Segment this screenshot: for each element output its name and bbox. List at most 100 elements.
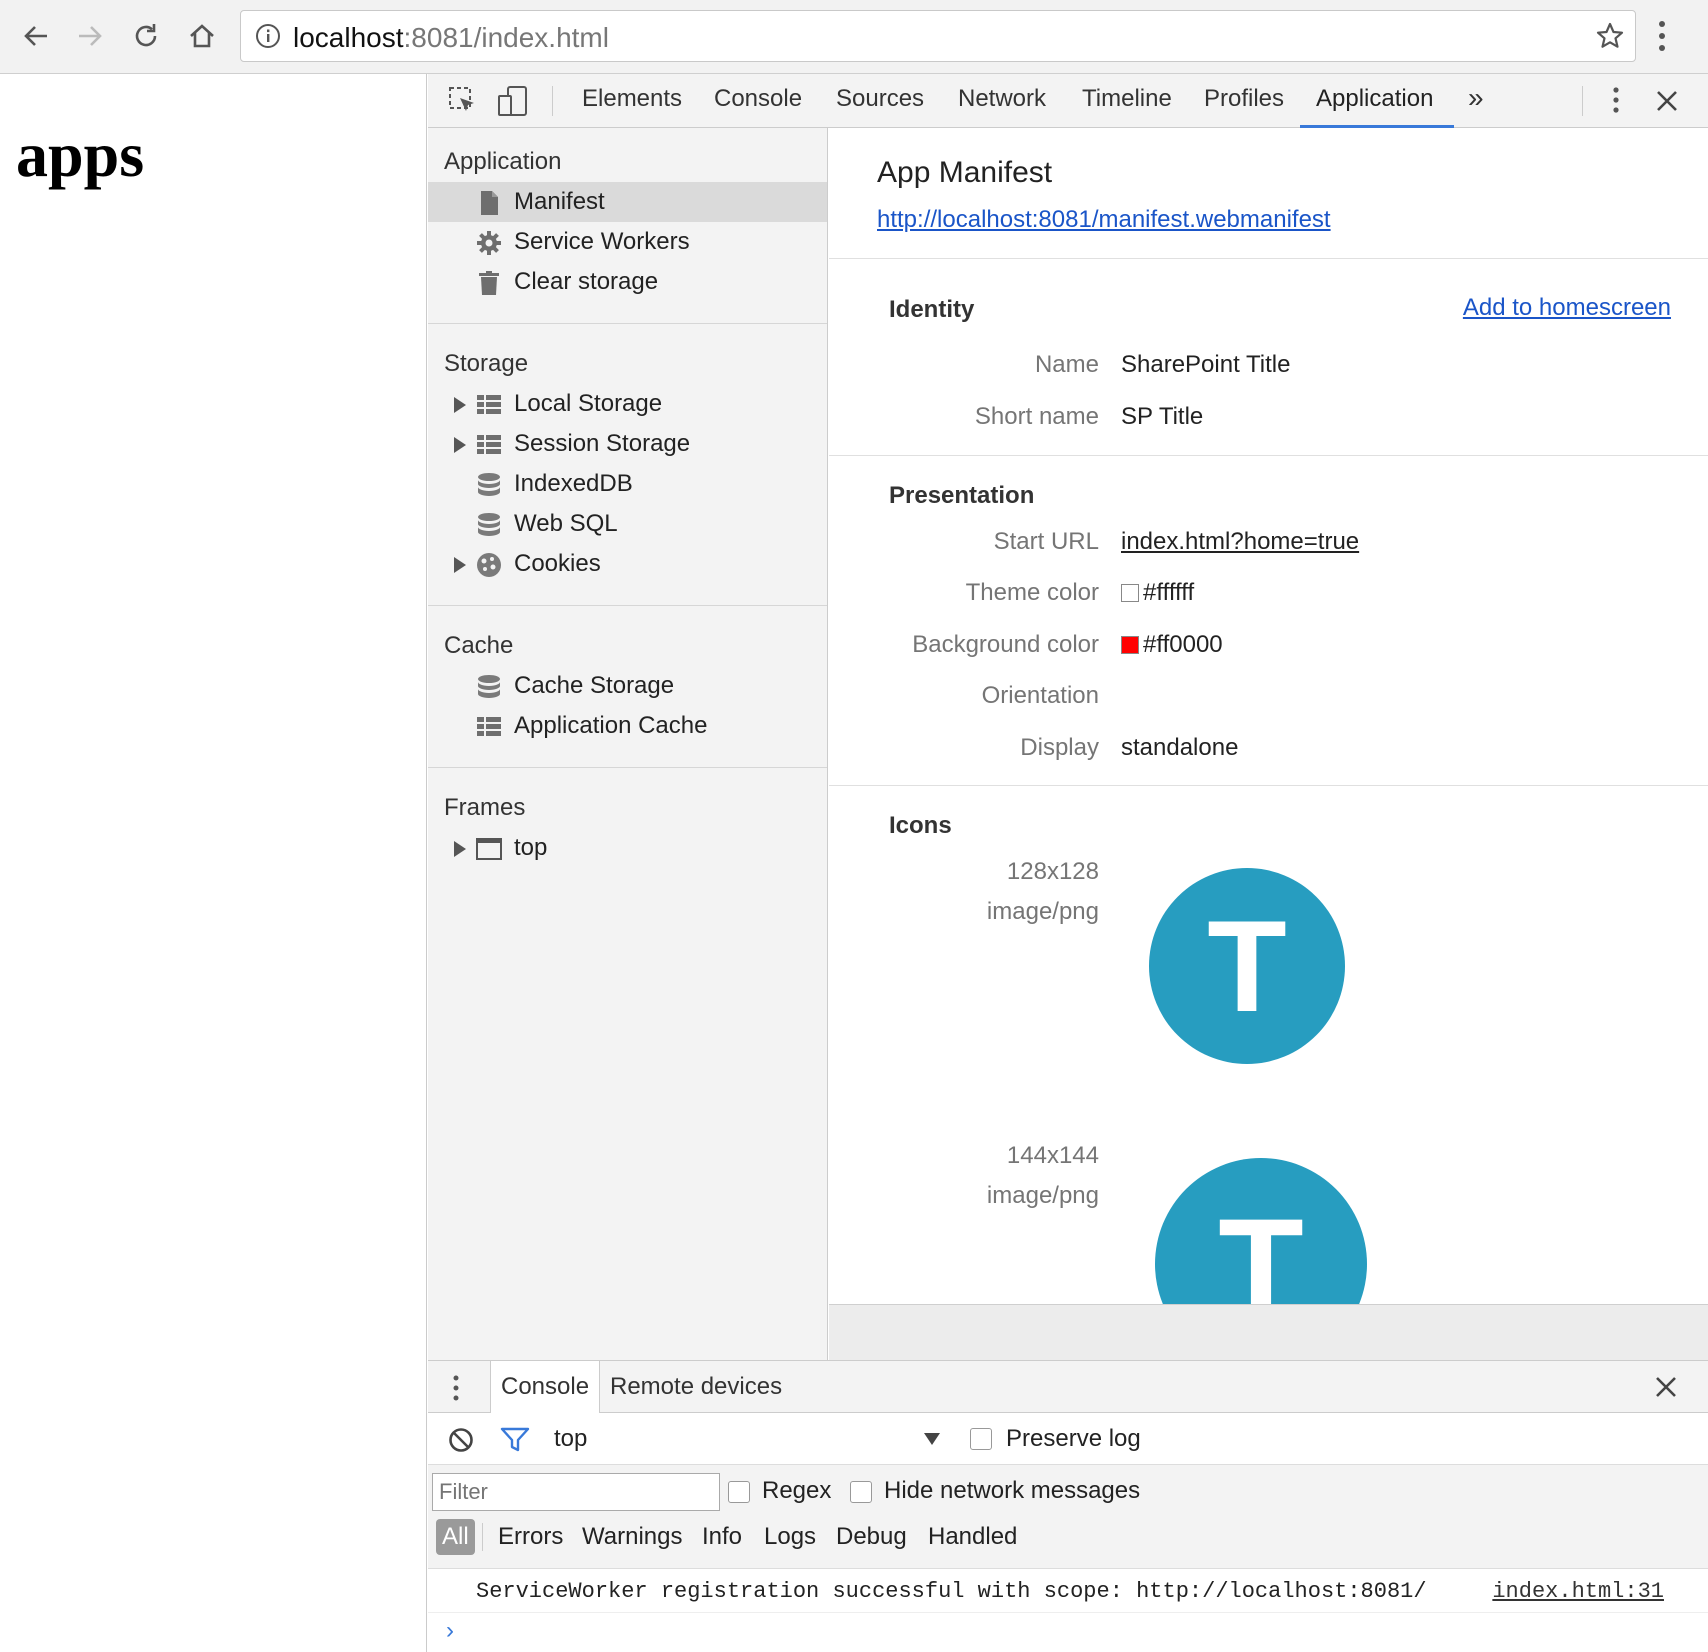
sidebar-item-cookies[interactable]: Cookies [428, 544, 827, 584]
url-path: :8081/index.html [403, 22, 609, 53]
more-tabs-icon[interactable]: » [1468, 82, 1484, 114]
filter-input[interactable] [432, 1473, 720, 1511]
background-color-text: #ff0000 [1143, 631, 1223, 658]
back-arrow-icon[interactable] [16, 16, 56, 56]
orientation-label: Orientation [981, 682, 1099, 709]
level-info-button[interactable]: Info [702, 1523, 742, 1551]
expand-arrow-icon[interactable] [454, 557, 466, 573]
console-message-source-link[interactable]: index.html:31 [1492, 1579, 1664, 1604]
kebab-menu-icon[interactable] [1652, 16, 1672, 61]
context-dropdown-arrow-icon[interactable] [924, 1433, 940, 1445]
home-icon[interactable] [182, 16, 222, 56]
regex-label: Regex [762, 1477, 832, 1504]
icon-type-label: image/png [986, 1182, 1099, 1209]
preserve-log-checkbox[interactable] [970, 1428, 992, 1450]
expand-arrow-icon[interactable] [454, 397, 466, 413]
hide-network-checkbox[interactable] [850, 1481, 872, 1503]
inspect-element-icon[interactable] [446, 84, 480, 123]
manifest-view: App Manifest http://localhost:8081/manif… [829, 128, 1708, 1304]
devtools-panel: Elements Console Sources Network Timelin… [428, 74, 1708, 1652]
address-bar[interactable]: localhost:8081/index.html [240, 10, 1636, 62]
icon-size-label: 144x144 [1006, 1142, 1099, 1169]
context-selector[interactable]: top [554, 1425, 587, 1453]
sidebar-item-label: Web SQL [514, 510, 618, 537]
level-handled-button[interactable]: Handled [928, 1523, 1017, 1551]
hide-network-label: Hide network messages [884, 1477, 1141, 1504]
drawer-tab-console[interactable]: Console [490, 1361, 601, 1413]
forward-arrow-icon[interactable] [70, 16, 110, 56]
star-icon[interactable] [1595, 21, 1625, 56]
sidebar-item-application-cache[interactable]: Application Cache [428, 706, 827, 746]
trash-icon [476, 270, 502, 296]
drawer-close-icon[interactable] [1654, 1375, 1678, 1404]
sidebar-item-web-sql[interactable]: Web SQL [428, 504, 827, 544]
expand-arrow-icon[interactable] [454, 841, 466, 857]
info-icon[interactable] [255, 23, 281, 54]
sidebar-item-manifest[interactable]: Manifest [428, 182, 827, 222]
cookie-icon [476, 552, 502, 578]
manifest-url-link[interactable]: http://localhost:8081/manifest.webmanife… [877, 206, 1331, 234]
sidebar-item-label: Clear storage [514, 268, 659, 295]
reload-icon[interactable] [126, 16, 166, 56]
sidebar-item-indexeddb[interactable]: IndexedDB [428, 464, 827, 504]
name-value: SharePoint Title [1121, 351, 1291, 378]
sidebar-divider [428, 767, 827, 768]
start-url-link[interactable]: index.html?home=true [1121, 528, 1359, 556]
filter-funnel-icon[interactable] [500, 1427, 530, 1458]
tab-console[interactable]: Console [714, 85, 802, 113]
level-errors-button[interactable]: Errors [498, 1523, 563, 1551]
clear-console-icon[interactable] [448, 1427, 474, 1458]
url-host: localhost [293, 22, 404, 53]
application-sidebar: Application Manifest Service Workers Cle… [428, 128, 828, 1360]
sidebar-item-label: Cookies [514, 550, 601, 577]
section-divider [829, 785, 1708, 786]
tab-profiles[interactable]: Profiles [1204, 85, 1284, 113]
console-prompt-icon[interactable]: › [446, 1617, 454, 1645]
icon-size-label: 128x128 [1006, 858, 1099, 885]
level-debug-button[interactable]: Debug [836, 1523, 907, 1551]
add-to-homescreen-link[interactable]: Add to homescreen [1463, 294, 1671, 322]
sidebar-item-label: top [514, 834, 548, 861]
tab-network[interactable]: Network [958, 85, 1046, 113]
expand-arrow-icon[interactable] [454, 437, 466, 453]
sidebar-item-session-storage[interactable]: Session Storage [428, 424, 827, 464]
level-logs-button[interactable]: Logs [764, 1523, 816, 1551]
sidebar-item-clear-storage[interactable]: Clear storage [428, 262, 827, 302]
page-content: apps [0, 74, 427, 1652]
sidebar-section-frames: Frames [444, 794, 526, 821]
drawer-tab-remote-devices[interactable]: Remote devices [600, 1361, 792, 1413]
identity-section-title: Identity [889, 296, 975, 323]
drawer-menu-icon[interactable] [450, 1371, 462, 1410]
sidebar-item-service-workers[interactable]: Service Workers [428, 222, 827, 262]
level-all-button[interactable]: All [436, 1519, 475, 1555]
tab-elements[interactable]: Elements [582, 85, 682, 113]
sidebar-section-storage: Storage [444, 350, 529, 377]
database-icon [476, 674, 502, 700]
sidebar-item-cache-storage[interactable]: Cache Storage [428, 666, 827, 706]
manifest-view-footer [829, 1304, 1708, 1360]
url-text: localhost:8081/index.html [293, 22, 609, 54]
regex-checkbox[interactable] [728, 1481, 750, 1503]
devtools-tabbar: Elements Console Sources Network Timelin… [428, 74, 1708, 128]
tab-application[interactable]: Application [1316, 85, 1433, 113]
icon-letter: T [1218, 1189, 1304, 1305]
console-drawer: Console Remote devices top Preserve log … [428, 1360, 1708, 1652]
close-icon[interactable] [1654, 88, 1680, 119]
theme-color-swatch [1121, 584, 1139, 602]
level-warnings-button[interactable]: Warnings [582, 1523, 682, 1551]
console-message: ServiceWorker registration successful wi… [428, 1569, 1708, 1613]
sidebar-item-label: Service Workers [514, 228, 690, 255]
tab-sources[interactable]: Sources [836, 85, 924, 113]
short-name-label: Short name [974, 403, 1099, 430]
sidebar-item-label: Cache Storage [514, 672, 675, 699]
sidebar-item-local-storage[interactable]: Local Storage [428, 384, 827, 424]
preserve-log-label: Preserve log [1006, 1425, 1141, 1452]
devtools-menu-icon[interactable] [1606, 82, 1626, 123]
drawer-tabbar: Console Remote devices [428, 1361, 1708, 1413]
console-toolbar: top Preserve log [428, 1413, 1708, 1465]
database-icon [476, 512, 502, 538]
tab-timeline[interactable]: Timeline [1082, 85, 1172, 113]
console-filter-bar: Regex Hide network messages All Errors W… [428, 1465, 1708, 1569]
device-toolbar-icon[interactable] [496, 84, 530, 123]
sidebar-item-frame-top[interactable]: top [428, 828, 827, 868]
